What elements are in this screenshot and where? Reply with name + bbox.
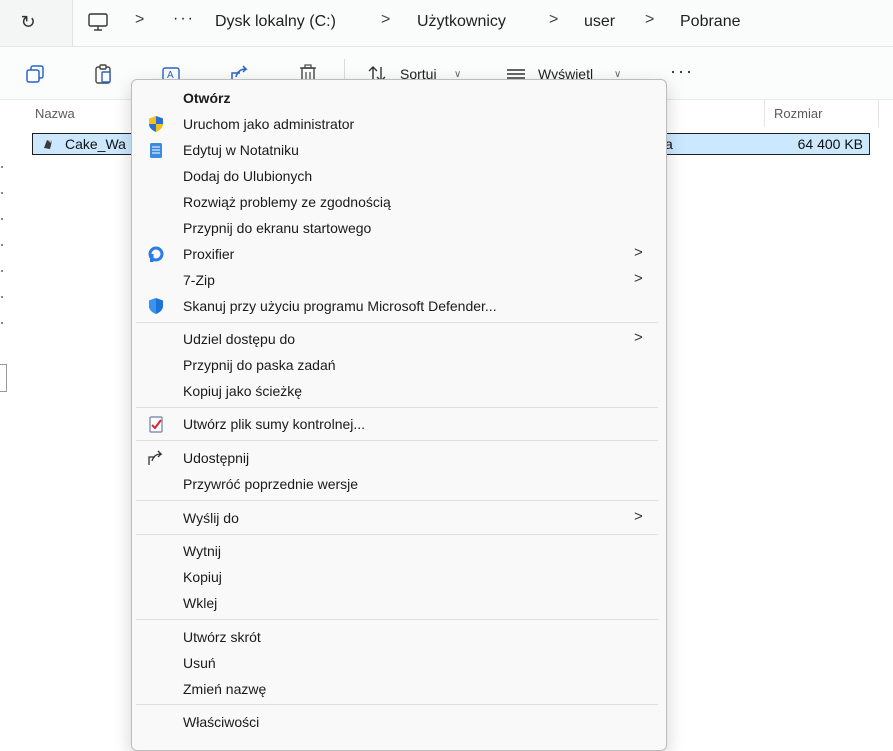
copy-icon[interactable] [24, 63, 48, 85]
menu-item-label: Edytuj w Notatniku [183, 142, 299, 158]
menu-item-label: Wytnij [183, 543, 221, 559]
menu-separator [136, 440, 658, 441]
chevron-right-icon: > [634, 329, 643, 346]
column-header-size[interactable]: Rozmiar [774, 106, 822, 121]
breadcrumb-separator[interactable]: > [381, 11, 390, 29]
menu-item-label: Uruchom jako administrator [183, 116, 355, 132]
menu-item-label: Przypnij do ekranu startowego [183, 220, 372, 236]
menu-item-label: Zmień nazwę [183, 681, 267, 697]
menu-item-label: Skanuj przy użyciu programu Microsoft De… [183, 298, 497, 314]
menu-item-label: Kopiuj jako ścieżkę [183, 383, 303, 399]
menu-item-run-as-admin[interactable]: Uruchom jako administrator [132, 112, 666, 136]
menu-item-edit-notepad[interactable]: Edytuj w Notatniku [132, 138, 666, 162]
menu-item-label: Udziel dostępu do [183, 331, 296, 347]
menu-item-send-to[interactable]: Wyślij do > [132, 506, 666, 530]
breadcrumb-separator[interactable]: > [645, 11, 654, 29]
menu-separator [136, 322, 658, 323]
menu-item-rename[interactable]: Zmień nazwę [132, 677, 666, 701]
file-size: 64 400 KB [797, 136, 863, 152]
menu-item-label: Wklej [183, 595, 218, 611]
menu-item-label: Usuń [183, 655, 216, 671]
menu-item-add-favorites[interactable]: Dodaj do Ulubionych [132, 164, 666, 188]
menu-item-label: 7-Zip [183, 272, 215, 288]
file-name: Cake_Wa [65, 136, 126, 152]
menu-item-open[interactable]: Otwórz [132, 86, 666, 110]
uac-shield-icon [149, 116, 163, 132]
menu-item-label: Udostępnij [183, 450, 250, 466]
address-bar[interactable]: > ··· Dysk lokalny (C:) > Użytkownicy > … [72, 0, 893, 46]
share-icon [148, 450, 163, 465]
menu-item-restore-versions[interactable]: Przywróć poprzednie wersje [132, 472, 666, 496]
menu-item-label: Dodaj do Ulubionych [183, 168, 313, 184]
menu-item-properties[interactable]: Właściwości [132, 710, 666, 734]
menu-separator [136, 619, 658, 620]
notepad-icon [150, 143, 162, 158]
breadcrumb-overflow[interactable]: ··· [173, 10, 195, 28]
proxifier-icon [148, 246, 164, 262]
menu-item-cut[interactable]: Wytnij [132, 539, 666, 563]
application-icon [44, 140, 52, 149]
menu-item-give-access[interactable]: Udziel dostępu do > [132, 327, 666, 351]
chevron-right-icon: > [634, 270, 643, 287]
menu-separator [136, 534, 658, 535]
scrollbar-thumb[interactable] [0, 364, 7, 392]
menu-item-pin-start[interactable]: Przypnij do ekranu startowego [132, 216, 666, 240]
menu-item-label: Utwórz plik sumy kontrolnej... [183, 416, 366, 432]
menu-item-paste[interactable]: Wklej [132, 591, 666, 615]
menu-separator [136, 407, 658, 408]
breadcrumb-separator[interactable]: > [135, 11, 144, 29]
address-bar-area: ↻ > ··· Dysk lokalny (C:) > Użytkownicy … [0, 0, 893, 47]
column-header-name[interactable]: Nazwa [35, 106, 75, 121]
menu-item-copy-as-path[interactable]: Kopiuj jako ścieżkę [132, 379, 666, 403]
menu-item-delete[interactable]: Usuń [132, 651, 666, 675]
menu-item-label: Właściwości [183, 714, 260, 730]
column-divider[interactable] [764, 99, 765, 127]
computer-icon[interactable] [87, 12, 109, 32]
menu-item-label: Utwórz skrót [183, 629, 261, 645]
menu-item-label: Proxifier [183, 246, 235, 262]
menu-separator [136, 500, 658, 501]
menu-item-label: Rozwiąż problemy ze zgodnością [183, 194, 391, 210]
navigation-pane-edge [0, 160, 6, 390]
menu-item-create-shortcut[interactable]: Utwórz skrót [132, 625, 666, 649]
defender-shield-icon [149, 298, 163, 314]
column-divider[interactable] [878, 99, 879, 127]
more-options-button[interactable]: ··· [670, 61, 694, 82]
menu-item-scan-defender[interactable]: Skanuj przy użyciu programu Microsoft De… [132, 294, 666, 318]
chevron-right-icon: > [634, 508, 643, 525]
menu-item-label: Otwórz [183, 90, 231, 106]
menu-item-copy[interactable]: Kopiuj [132, 565, 666, 589]
menu-item-label: Przypnij do paska zadań [183, 357, 336, 373]
menu-item-create-checksum[interactable]: Utwórz plik sumy kontrolnej... [132, 412, 666, 436]
menu-item-label: Przywróć poprzednie wersje [183, 476, 359, 492]
breadcrumb-downloads[interactable]: Pobrane [680, 13, 741, 31]
breadcrumb-users[interactable]: Użytkownicy [417, 13, 506, 31]
menu-item-7zip[interactable]: 7-Zip > [132, 268, 666, 292]
breadcrumb-separator[interactable]: > [549, 11, 558, 29]
checksum-icon [149, 416, 163, 433]
refresh-icon[interactable]: ↻ [16, 10, 40, 34]
menu-item-pin-taskbar[interactable]: Przypnij do paska zadań [132, 353, 666, 377]
chevron-right-icon: > [634, 244, 643, 261]
paste-icon[interactable] [92, 63, 116, 85]
context-menu: Otwórz Uruchom jako administrator Edytuj… [131, 79, 667, 751]
menu-item-share[interactable]: Udostępnij [132, 446, 666, 470]
menu-item-troubleshoot-compat[interactable]: Rozwiąż problemy ze zgodnością [132, 190, 666, 214]
breadcrumb-drive[interactable]: Dysk lokalny (C:) [215, 13, 336, 31]
menu-item-proxifier[interactable]: Proxifier > [132, 242, 666, 266]
menu-item-label: Wyślij do [183, 510, 239, 526]
menu-item-label: Kopiuj [183, 569, 222, 585]
breadcrumb-user[interactable]: user [584, 13, 615, 31]
menu-separator [136, 704, 658, 705]
